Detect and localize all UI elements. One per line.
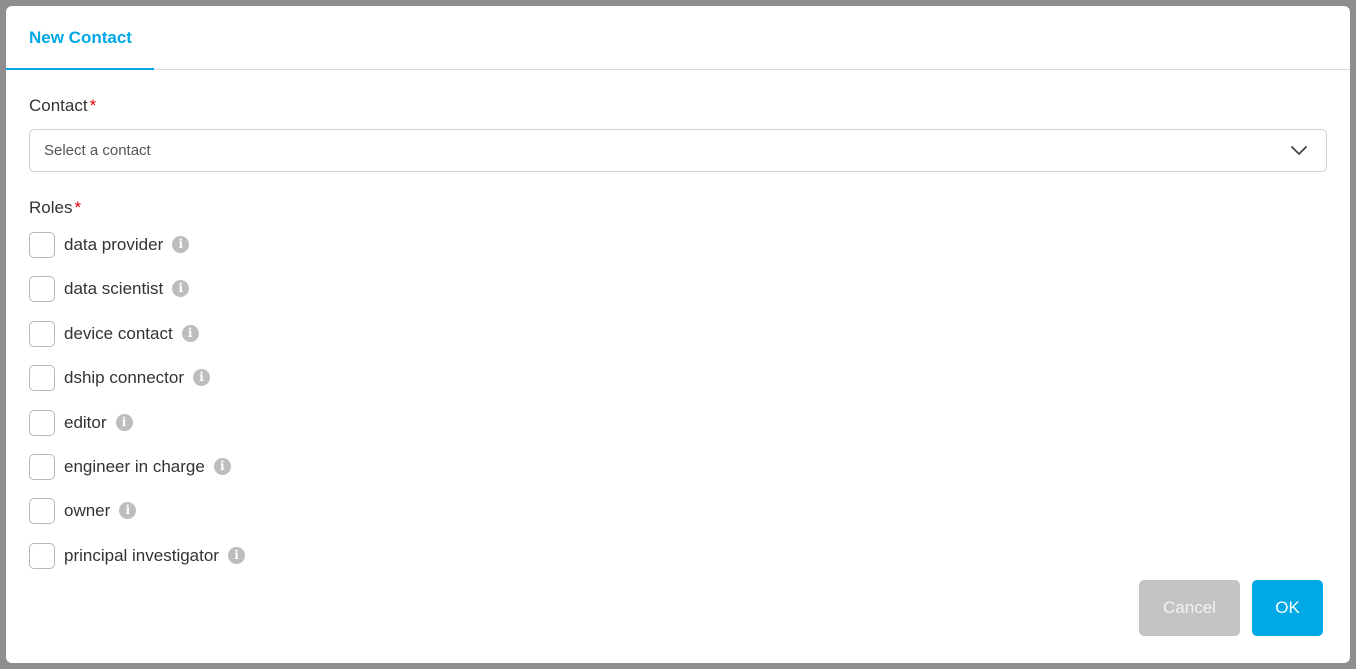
role-label[interactable]: dship connector [64, 365, 184, 391]
role-label[interactable]: data scientist [64, 276, 163, 302]
info-icon[interactable]: i [119, 502, 137, 520]
info-icon[interactable]: i [227, 546, 245, 564]
role-option-editor: editor i [29, 409, 245, 454]
dialog-tab-bar: New Contact [6, 6, 1350, 70]
info-icon[interactable]: i [172, 280, 190, 298]
new-contact-dialog: New Contact Contact * Select a contact Ro… [6, 6, 1350, 663]
role-option-data-scientist: data scientist i [29, 276, 245, 320]
info-icon[interactable]: i [172, 236, 190, 253]
role-label[interactable]: engineer in charge [64, 454, 205, 480]
contact-select-placeholder: Select a contact [44, 142, 151, 159]
role-label[interactable]: data provider [64, 232, 163, 258]
role-option-owner: owner i [29, 498, 245, 542]
role-checkbox[interactable] [29, 409, 55, 436]
ok-button[interactable]: OK [1252, 580, 1323, 636]
role-checkbox[interactable] [29, 498, 55, 525]
role-checkbox[interactable] [29, 453, 55, 480]
role-checkbox[interactable] [29, 276, 55, 303]
roles-field-label: Roles * [29, 198, 81, 218]
role-label[interactable]: editor [64, 410, 107, 436]
role-label[interactable]: owner [64, 498, 110, 524]
roles-checkbox-list: data provider i data scientist i device … [29, 232, 245, 587]
tab-new-contact[interactable]: New Contact [6, 6, 154, 70]
contact-select[interactable]: Select a contact [29, 129, 1327, 172]
role-checkbox[interactable] [29, 365, 55, 392]
role-option-engineer-in-charge: engineer in charge i [29, 453, 245, 498]
role-option-device-contact: device contact i [29, 320, 245, 365]
chevron-down-icon [1291, 146, 1307, 155]
role-option-dship-connector: dship connector i [29, 365, 245, 409]
contact-field-label: Contact * [29, 96, 96, 116]
role-checkbox[interactable] [29, 320, 55, 347]
role-label[interactable]: principal investigator [64, 543, 219, 569]
contact-label-text: Contact [29, 96, 88, 115]
role-label[interactable]: device contact [64, 321, 173, 347]
info-icon[interactable]: i [115, 413, 133, 431]
role-checkbox[interactable] [29, 232, 55, 258]
roles-label-text: Roles [29, 198, 73, 217]
info-icon[interactable]: i [213, 457, 231, 475]
required-marker: * [74, 198, 82, 217]
info-icon[interactable]: i [193, 369, 211, 387]
info-icon[interactable]: i [181, 324, 199, 342]
role-option-principal-investigator: principal investigator i [29, 542, 245, 587]
cancel-button[interactable]: Cancel [1139, 580, 1240, 636]
required-marker: * [89, 96, 97, 115]
role-option-data-provider: data provider i [29, 232, 245, 276]
role-checkbox[interactable] [29, 542, 55, 569]
